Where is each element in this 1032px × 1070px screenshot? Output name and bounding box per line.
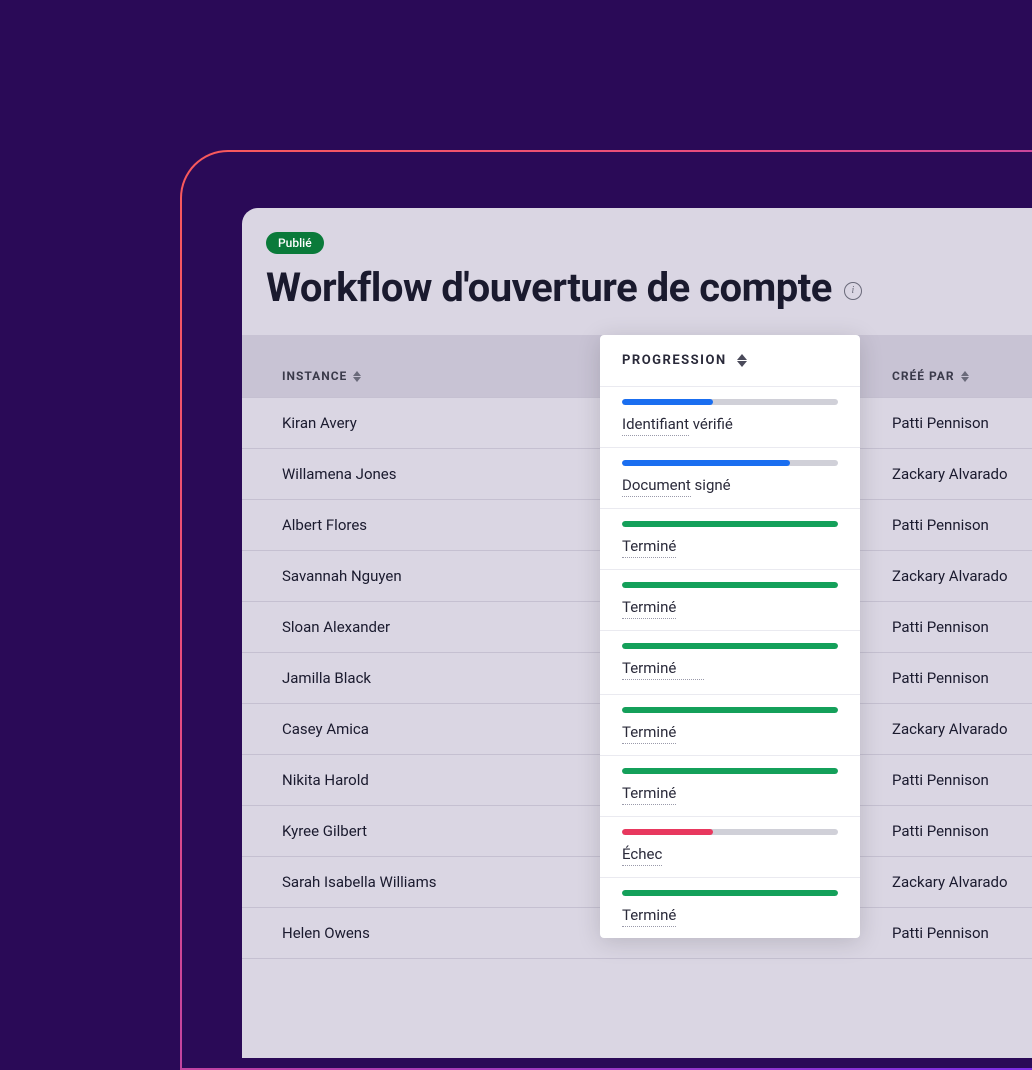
cell-createdby: Patti Pennison xyxy=(892,669,1032,687)
cell-instance: Sarah Isabella Williams xyxy=(282,873,612,891)
progression-row[interactable]: Terminé xyxy=(600,508,860,569)
progression-row[interactable]: Terminé xyxy=(600,755,860,816)
panel-header: Publié Workflow d'ouverture de compte i xyxy=(242,208,1032,335)
cell-createdby: Patti Pennison xyxy=(892,924,1032,942)
progression-row[interactable]: Terminé xyxy=(600,569,860,630)
progression-row[interactable]: Terminé xyxy=(600,694,860,755)
progress-label: Terminé xyxy=(622,784,838,802)
progress-label: Terminé xyxy=(622,537,838,555)
progress-bar xyxy=(622,521,838,527)
cell-createdby: Patti Pennison xyxy=(892,771,1032,789)
progression-popup: PROGRESSION Identifiant vérifié Document… xyxy=(600,335,860,938)
progress-bar xyxy=(622,890,838,896)
progression-row[interactable]: Identifiant vérifié xyxy=(600,386,860,447)
progress-bar xyxy=(622,399,838,405)
cell-createdby: Patti Pennison xyxy=(892,414,1032,432)
cell-createdby: Patti Pennison xyxy=(892,618,1032,636)
cell-instance: Sloan Alexander xyxy=(282,618,612,636)
column-label: PROGRESSION xyxy=(622,353,727,368)
column-label: INSTANCE xyxy=(282,369,347,383)
progress-bar xyxy=(622,707,838,713)
progression-row[interactable]: Terminé xyxy=(600,630,860,694)
progression-row[interactable]: Terminé xyxy=(600,877,860,938)
sort-icon xyxy=(737,354,747,367)
progress-bar xyxy=(622,768,838,774)
page-title: Workflow d'ouverture de compte xyxy=(266,264,832,311)
cell-instance: Kiran Avery xyxy=(282,414,612,432)
column-header-instance[interactable]: INSTANCE xyxy=(282,369,612,383)
cell-instance: Albert Flores xyxy=(282,516,612,534)
cell-instance: Savannah Nguyen xyxy=(282,567,612,585)
progression-row[interactable]: Document signé xyxy=(600,447,860,508)
progress-label: Échec xyxy=(622,845,838,863)
progress-label: Terminé xyxy=(622,598,838,616)
progress-bar xyxy=(622,829,838,835)
progress-label: Terminé xyxy=(622,906,838,924)
sort-icon xyxy=(353,371,361,382)
progress-bar xyxy=(622,460,838,466)
cell-instance: Helen Owens xyxy=(282,924,612,942)
progress-label: Terminé xyxy=(622,659,838,680)
workflow-panel: Publié Workflow d'ouverture de compte i … xyxy=(242,208,1032,1058)
cell-createdby: Zackary Alvarado xyxy=(892,720,1032,738)
cell-createdby: Zackary Alvarado xyxy=(892,567,1032,585)
cell-instance: Kyree Gilbert xyxy=(282,822,612,840)
cell-createdby: Patti Pennison xyxy=(892,822,1032,840)
info-icon[interactable]: i xyxy=(844,282,862,300)
column-label: CRÉÉ PAR xyxy=(892,369,955,383)
cell-createdby: Zackary Alvarado xyxy=(892,465,1032,483)
column-header-createdby[interactable]: CRÉÉ PAR xyxy=(892,369,1032,383)
progression-row[interactable]: Échec xyxy=(600,816,860,877)
progress-label: Identifiant vérifié xyxy=(622,415,838,433)
cell-instance: Nikita Harold xyxy=(282,771,612,789)
cell-instance: Jamilla Black xyxy=(282,669,612,687)
progress-label: Terminé xyxy=(622,723,838,741)
cell-instance: Casey Amica xyxy=(282,720,612,738)
status-badge: Publié xyxy=(266,232,324,254)
cell-createdby: Patti Pennison xyxy=(892,516,1032,534)
progress-bar xyxy=(622,582,838,588)
sort-icon xyxy=(961,371,969,382)
progress-label: Document signé xyxy=(622,476,838,494)
progress-bar xyxy=(622,643,838,649)
cell-instance: Willamena Jones xyxy=(282,465,612,483)
progression-header[interactable]: PROGRESSION xyxy=(600,335,860,386)
cell-createdby: Zackary Alvarado xyxy=(892,873,1032,891)
table-container: INSTANCE CRÉÉ PAR xyxy=(242,335,1032,959)
